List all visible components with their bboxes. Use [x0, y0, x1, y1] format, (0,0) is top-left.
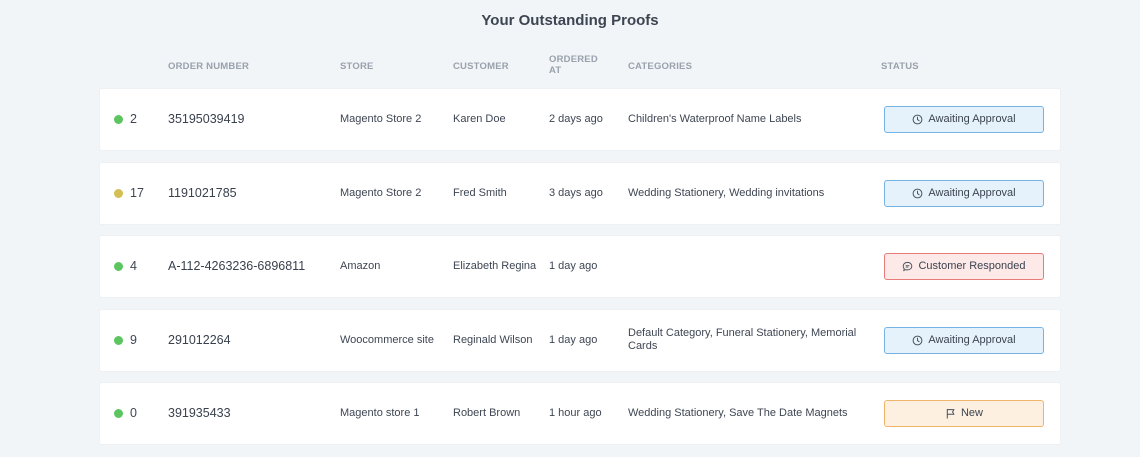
categories: [628, 236, 868, 297]
header-customer: CUSTOMER: [453, 61, 509, 72]
clock-icon: [912, 335, 928, 346]
order-number[interactable]: 291012264: [168, 310, 231, 371]
status-dot-icon: [114, 335, 123, 345]
store-name: Amazon: [340, 260, 381, 272]
header-status: STATUS: [881, 61, 919, 72]
ordered-at: 1 day ago: [549, 260, 598, 272]
status-cell: New: [884, 383, 1044, 444]
status-cell: Awaiting Approval: [884, 89, 1044, 150]
categories: Wedding Stationery, Wedding invitations: [628, 186, 825, 199]
status-label: New: [960, 407, 983, 419]
ordered-at: 1 hour ago: [549, 407, 602, 419]
status-badge[interactable]: Awaiting Approval: [884, 179, 1044, 207]
status-dot-icon: [114, 262, 123, 271]
table-header: ORDER NUMBER STORE CUSTOMER ORDERED AT C…: [100, 54, 1060, 80]
store-name: Woocommerce site: [340, 333, 434, 346]
customer-name: Fred Smith: [453, 186, 507, 199]
categories: Default Category, Funeral Stationery, Me…: [628, 327, 857, 352]
table-row[interactable]: 2 35195039419 Magento Store 2 Karen Doe …: [100, 89, 1060, 150]
proof-count: 17: [130, 185, 144, 200]
proof-count-cell: 2: [114, 89, 137, 150]
status-cell: Customer Responded: [884, 236, 1044, 297]
order-number[interactable]: A-112-4263236-6896811: [168, 236, 305, 297]
ordered-at: 2 days ago: [549, 113, 603, 125]
status-cell: Awaiting Approval: [884, 310, 1044, 371]
categories: Children's Waterproof Name Labels: [628, 113, 802, 125]
table-row[interactable]: 9 291012264 Woocommerce site Reginald Wi…: [100, 309, 1060, 371]
table-row[interactable]: 4 A-112-4263236-6896811 Amazon Elizabeth…: [100, 236, 1060, 297]
proof-count-cell: 17: [114, 163, 144, 224]
ordered-at: 3 days ago: [549, 186, 603, 199]
clock-icon: [912, 114, 928, 125]
header-order-number: ORDER NUMBER: [168, 61, 250, 72]
status-badge[interactable]: Awaiting Approval: [884, 326, 1044, 354]
customer-name: Elizabeth Regina: [453, 260, 537, 272]
table-row[interactable]: 17 1191021785 Magento Store 2 Fred Smith…: [100, 162, 1060, 224]
status-label: Awaiting Approval: [928, 333, 1016, 346]
header-ordered-at-line2: AT: [549, 65, 562, 76]
chat-bubble-icon: [902, 261, 918, 272]
proof-count: 9: [130, 332, 137, 347]
status-dot-icon: [114, 409, 123, 418]
proof-count-cell: 0: [114, 383, 137, 444]
customer-name: Karen Doe: [453, 113, 506, 125]
proof-count: 0: [130, 406, 137, 420]
header-ordered-at: ORDERED AT: [549, 54, 598, 76]
status-badge[interactable]: Awaiting Approval: [884, 106, 1044, 133]
status-label: Awaiting Approval: [928, 113, 1016, 125]
store-name: Magento Store 2: [340, 113, 422, 125]
proof-count-cell: 9: [114, 310, 137, 371]
status-badge[interactable]: Customer Responded: [884, 253, 1044, 280]
clock-icon: [912, 188, 928, 199]
table-row[interactable]: 0 391935433 Magento store 1 Robert Brown…: [100, 383, 1060, 444]
status-dot-icon: [114, 188, 123, 198]
header-ordered-at-line1: ORDERED: [549, 54, 598, 65]
order-number[interactable]: 35195039419: [168, 89, 244, 150]
proof-count-cell: 4: [114, 236, 137, 297]
ordered-at: 1 day ago: [549, 333, 598, 346]
status-dot-icon: [114, 115, 123, 124]
proofs-table: 2 35195039419 Magento Store 2 Karen Doe …: [100, 89, 1060, 457]
status-cell: Awaiting Approval: [884, 163, 1044, 224]
proof-count: 4: [130, 259, 137, 273]
store-name: Magento store 1: [340, 407, 420, 419]
order-number[interactable]: 391935433: [168, 383, 231, 444]
customer-name: Robert Brown: [453, 407, 521, 419]
header-categories: CATEGORIES: [628, 61, 693, 72]
page-title: Your Outstanding Proofs: [481, 12, 659, 29]
store-name: Magento Store 2: [340, 186, 422, 199]
status-badge[interactable]: New: [884, 400, 1044, 427]
flag-icon: [945, 408, 961, 419]
header-store: STORE: [340, 61, 374, 72]
categories: Wedding Stationery, Save The Date Magnet…: [628, 407, 848, 419]
status-label: Awaiting Approval: [928, 186, 1016, 199]
proof-count: 2: [130, 112, 137, 126]
customer-name: Reginald Wilson: [453, 333, 533, 346]
status-label: Customer Responded: [918, 260, 1026, 272]
order-number[interactable]: 1191021785: [168, 163, 237, 224]
